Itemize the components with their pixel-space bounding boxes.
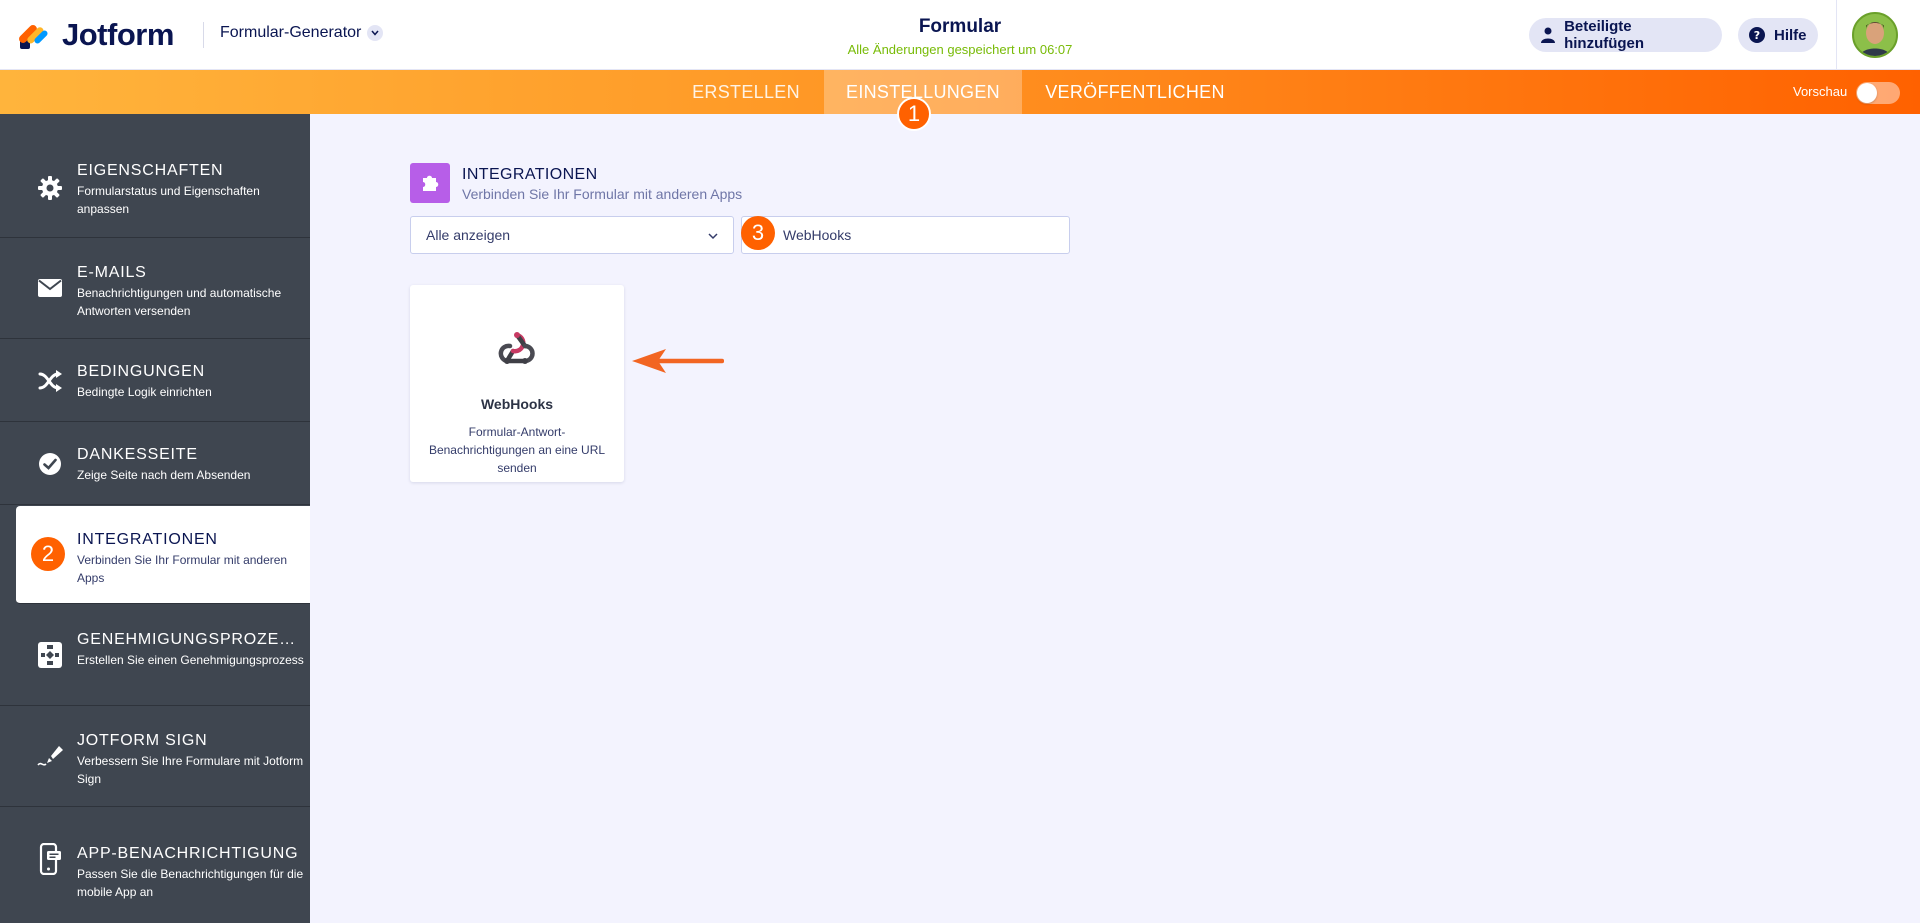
user-icon: [1539, 26, 1556, 44]
arrow-left-icon: [632, 348, 725, 374]
card-title: WebHooks: [480, 396, 554, 412]
preview-label: Vorschau: [1793, 84, 1848, 99]
brand-name: Jotform: [62, 17, 174, 52]
sidebar-item-desc: Bedingte Logik einrichten: [77, 385, 212, 399]
step-badge-3: 3: [741, 216, 775, 250]
envelope-icon: [36, 274, 64, 302]
sidebar-item-desc: Erstellen Sie einen Genehmigungsprozess: [77, 653, 304, 667]
mobile-icon: [36, 843, 64, 875]
header-divider: [203, 22, 204, 48]
builder-menu-label: Formular-Generator: [220, 24, 362, 41]
sidebar-item-desc: Formularstatus und Eigenschaften anpasse…: [77, 184, 260, 216]
webhooks-icon: [496, 326, 538, 368]
sidebar-item-title: GENEHMIGUNGSPROZES...: [77, 631, 305, 648]
sidebar-item-title: DANKESSEITE: [77, 446, 198, 463]
sidebar-item-title: EIGENSCHAFTEN: [77, 162, 224, 179]
sidebar-item-desc: Verbinden Sie Ihr Formular mit anderen A…: [77, 553, 288, 585]
sidebar-item-title: JOTFORM SIGN: [77, 732, 208, 749]
sidebar-item-title: BEDINGUNGEN: [77, 363, 205, 380]
user-avatar[interactable]: [1852, 12, 1898, 58]
search-value: WebHooks: [783, 227, 852, 243]
pen-icon: [36, 742, 64, 770]
category-filter-select[interactable]: Alle anzeigen: [410, 216, 734, 254]
category-filter-value: Alle anzeigen: [426, 227, 511, 243]
top-header: Jotform Formular-Generator Formular Alle…: [0, 0, 1920, 70]
step-badge-2: 2: [31, 537, 65, 571]
preview-toggle-knob: [1857, 83, 1877, 103]
sidebar-item-jotform-sign[interactable]: JOTFORM SIGN Verbessern Sie Ihre Formula…: [0, 706, 310, 807]
svg-text:?: ?: [1754, 29, 1760, 42]
section-title: INTEGRATIONEN: [462, 166, 598, 183]
sidebar-item-title: APP-BENACHRICHTIGUNG: [77, 845, 299, 862]
add-participants-label: Beteiligte hinzufügen: [1564, 18, 1645, 52]
add-participants-button[interactable]: Beteiligte hinzufügen: [1529, 18, 1722, 52]
sidebar-item-emails[interactable]: E-MAILS Benachrichtigungen und automatis…: [0, 238, 310, 339]
sidebar-item-desc: Zeige Seite nach dem Absenden: [77, 468, 251, 482]
webhooks-card[interactable]: WebHooks Formular-Antwort-Benachrichtigu…: [410, 285, 624, 482]
tab-publish[interactable]: VERÖFFENTLICHEN: [1030, 70, 1240, 114]
sidebar-item-thankyou[interactable]: DANKESSEITE Zeige Seite nach dem Absende…: [0, 422, 310, 505]
help-button[interactable]: ? Hilfe: [1738, 18, 1818, 52]
flow-icon: [36, 641, 64, 669]
settings-sidebar: EIGENSCHAFTEN Formularstatus und Eigensc…: [0, 114, 310, 923]
sidebar-item-desc: Passen Sie die Benachrichtigungen für di…: [77, 867, 304, 899]
tab-create[interactable]: ERSTELLEN: [676, 70, 816, 114]
sidebar-item-app-notification[interactable]: APP-BENACHRICHTIGUNG Passen Sie die Bena…: [0, 807, 310, 923]
check-circle-icon: [36, 450, 64, 478]
sidebar-item-desc: Verbessern Sie Ihre Formulare mit Jotfor…: [77, 754, 304, 786]
chevron-down-icon: [708, 227, 718, 243]
gear-icon: [36, 174, 64, 202]
jotform-logo-icon: [18, 19, 50, 51]
sidebar-item-properties[interactable]: EIGENSCHAFTEN Formularstatus und Eigensc…: [0, 114, 310, 238]
settings-navbar: ERSTELLEN EINSTELLUNGEN VERÖFFENTLICHEN …: [0, 70, 1920, 114]
sidebar-item-conditions[interactable]: BEDINGUNGEN Bedingte Logik einrichten: [0, 339, 310, 422]
integration-search-input[interactable]: WebHooks: [741, 216, 1070, 254]
card-description: Formular-Antwort-Benachrichtigungen an e…: [428, 425, 606, 475]
preview-toggle[interactable]: [1856, 82, 1900, 104]
jotform-logo[interactable]: Jotform: [18, 16, 174, 54]
sidebar-item-title: INTEGRATIONEN: [77, 531, 218, 548]
builder-menu[interactable]: Formular-Generator: [220, 24, 384, 42]
sidebar-item-desc: Benachrichtigungen und automatische Antw…: [77, 286, 282, 318]
chevron-down-icon: [367, 25, 384, 41]
sidebar-item-title: E-MAILS: [77, 264, 147, 281]
question-circle-icon: ?: [1748, 26, 1766, 44]
sidebar-item-approval-flow[interactable]: GENEHMIGUNGSPROZES... Erstellen Sie eine…: [0, 605, 310, 706]
header-divider-right: [1836, 0, 1837, 70]
section-subtitle: Verbinden Sie Ihr Formular mit anderen A…: [462, 186, 743, 202]
help-label: Hilfe: [1774, 26, 1807, 44]
shuffle-icon: [36, 367, 64, 395]
puzzle-icon: [410, 163, 450, 203]
step-badge-1: 1: [897, 97, 931, 131]
